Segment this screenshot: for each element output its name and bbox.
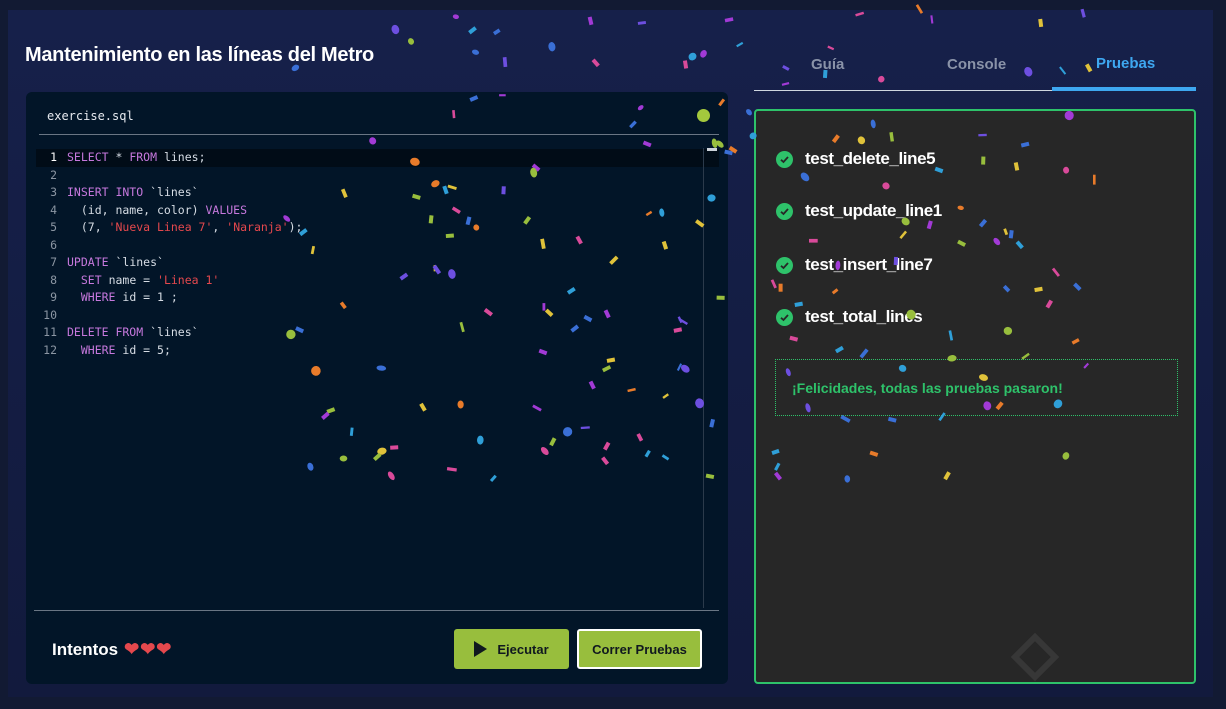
- line-number: 9: [50, 290, 57, 304]
- success-message: ¡Felicidades, todas las pruebas pasaron!: [775, 359, 1178, 416]
- code-token: id = 1 ;: [115, 290, 178, 304]
- check-circle-icon: [776, 150, 793, 168]
- code-token: *: [108, 150, 130, 164]
- code-line[interactable]: 2: [36, 167, 719, 185]
- check-circle-icon: [776, 202, 793, 220]
- code-token: DELETE FROM: [67, 325, 144, 339]
- code-token: VALUES: [205, 202, 248, 217]
- divider: [39, 134, 719, 135]
- attempts-indicator: Intentos ❤❤❤: [52, 639, 172, 660]
- code-line[interactable]: 10: [36, 307, 719, 325]
- code-line[interactable]: 6: [36, 237, 719, 255]
- tab-guide[interactable]: Guía: [811, 56, 844, 73]
- line-number: 4: [50, 202, 57, 217]
- line-number: 6: [50, 237, 57, 252]
- line-content: INSERT INTO `lines`: [67, 184, 199, 202]
- code-editor-panel: exercise.sql 1 SELECT * FROM lines; 2 3 INSE…: [26, 92, 728, 684]
- code-token: (7,: [67, 220, 109, 234]
- code-line[interactable]: 11 DELETE FROM `lines`: [36, 324, 719, 342]
- code-line[interactable]: 12 WHERE id = 5;: [36, 342, 719, 360]
- tab-console[interactable]: Console: [947, 56, 1006, 73]
- run-button-label: Ejecutar: [497, 641, 549, 657]
- test-result-item: test_insert_line7: [776, 255, 933, 275]
- code-token: FROM: [129, 150, 158, 164]
- code-line[interactable]: 7 UPDATE `lines`: [36, 254, 719, 272]
- code-line[interactable]: 8 SET name = 'Linea 1': [36, 272, 719, 290]
- code-token: UPDATE: [67, 255, 109, 269]
- code-line[interactable]: 4 (id, name, color) VALUES: [36, 202, 719, 220]
- code-line[interactable]: 3 INSERT INTO `lines`: [36, 184, 719, 202]
- line-number: 12: [43, 342, 57, 357]
- code-token: `lines`: [143, 185, 199, 199]
- line-number: 7: [50, 255, 57, 269]
- test-name: test_update_line1: [805, 201, 942, 220]
- code-token: 'Nueva Linea 7': [108, 220, 213, 234]
- test-result-item: test_total_lines: [776, 307, 923, 327]
- line-content: SELECT * FROM lines;: [67, 149, 206, 167]
- test-results-panel: test_delete_line5 test_update_line1 test…: [754, 109, 1196, 684]
- code-token: (id, name, color): [67, 202, 206, 217]
- run-tests-button[interactable]: Correr Pruebas: [577, 629, 702, 669]
- code-token: WHERE: [80, 290, 116, 304]
- code-line[interactable]: 9 WHERE id = 1 ;: [36, 289, 719, 307]
- check-circle-icon: [776, 256, 793, 274]
- code-token: lines;: [157, 150, 206, 164]
- editor-scrollbar[interactable]: [703, 148, 718, 608]
- active-tab-indicator: [1052, 87, 1196, 91]
- line-number: 11: [43, 325, 57, 339]
- line-number: 5: [50, 220, 57, 234]
- code-token: SET: [80, 272, 102, 287]
- check-circle-icon: [776, 308, 793, 326]
- watermark-logo: [1010, 632, 1060, 682]
- line-number: 1: [50, 150, 57, 164]
- line-number: 8: [50, 272, 57, 287]
- line-number: 2: [50, 167, 57, 182]
- code-token: 'Naranja': [226, 220, 289, 234]
- code-token: WHERE: [80, 342, 116, 357]
- play-icon: [474, 641, 488, 657]
- line-content: UPDATE `lines`: [67, 254, 164, 272]
- code-token: `lines`: [108, 255, 164, 269]
- code-line[interactable]: 1 SELECT * FROM lines;: [36, 149, 719, 167]
- line-content: (id, name, color) VALUES: [67, 202, 247, 220]
- attempts-label: Intentos: [52, 639, 119, 659]
- test-name: test_total_lines: [805, 307, 923, 326]
- code-token: );: [288, 220, 303, 234]
- code-line[interactable]: 5 (7, 'Nueva Linea 7', 'Naranja');: [36, 219, 719, 237]
- line-number: 10: [43, 307, 57, 322]
- line-content: WHERE id = 1 ;: [67, 289, 178, 307]
- line-content: DELETE FROM `lines`: [67, 324, 199, 342]
- test-result-item: test_delete_line5: [776, 149, 936, 169]
- status-dot-icon: [697, 109, 710, 122]
- run-button[interactable]: Ejecutar: [454, 629, 569, 669]
- test-name: test_delete_line5: [805, 149, 936, 168]
- line-content: SET name = 'Linea 1': [67, 272, 219, 290]
- scrollbar-thumb[interactable]: [707, 148, 717, 151]
- heart-icon: ❤❤❤: [124, 639, 173, 659]
- line-content: (7, 'Nueva Linea 7', 'Naranja');: [67, 219, 303, 237]
- file-tab[interactable]: exercise.sql: [47, 109, 134, 123]
- code-token: INSERT INTO: [67, 185, 144, 199]
- code-token: name =: [101, 272, 158, 287]
- code-token: id = 5;: [115, 342, 171, 357]
- code-token: `lines`: [143, 325, 199, 339]
- code-token: 'Linea 1': [157, 272, 220, 287]
- code-token: SELECT: [67, 150, 109, 164]
- test-result-item: test_update_line1: [776, 201, 942, 221]
- page-title: Mantenimiento en las líneas del Metro: [25, 44, 374, 66]
- line-content: WHERE id = 5;: [67, 342, 171, 360]
- code-area[interactable]: 1 SELECT * FROM lines; 2 3 INSERT INTO `line…: [36, 149, 719, 359]
- divider: [34, 610, 719, 611]
- tab-tests[interactable]: Pruebas: [1096, 55, 1155, 72]
- run-tests-button-label: Correr Pruebas: [592, 641, 687, 657]
- line-number: 3: [50, 185, 57, 199]
- test-name: test_insert_line7: [805, 255, 933, 274]
- code-token: ,: [212, 220, 227, 234]
